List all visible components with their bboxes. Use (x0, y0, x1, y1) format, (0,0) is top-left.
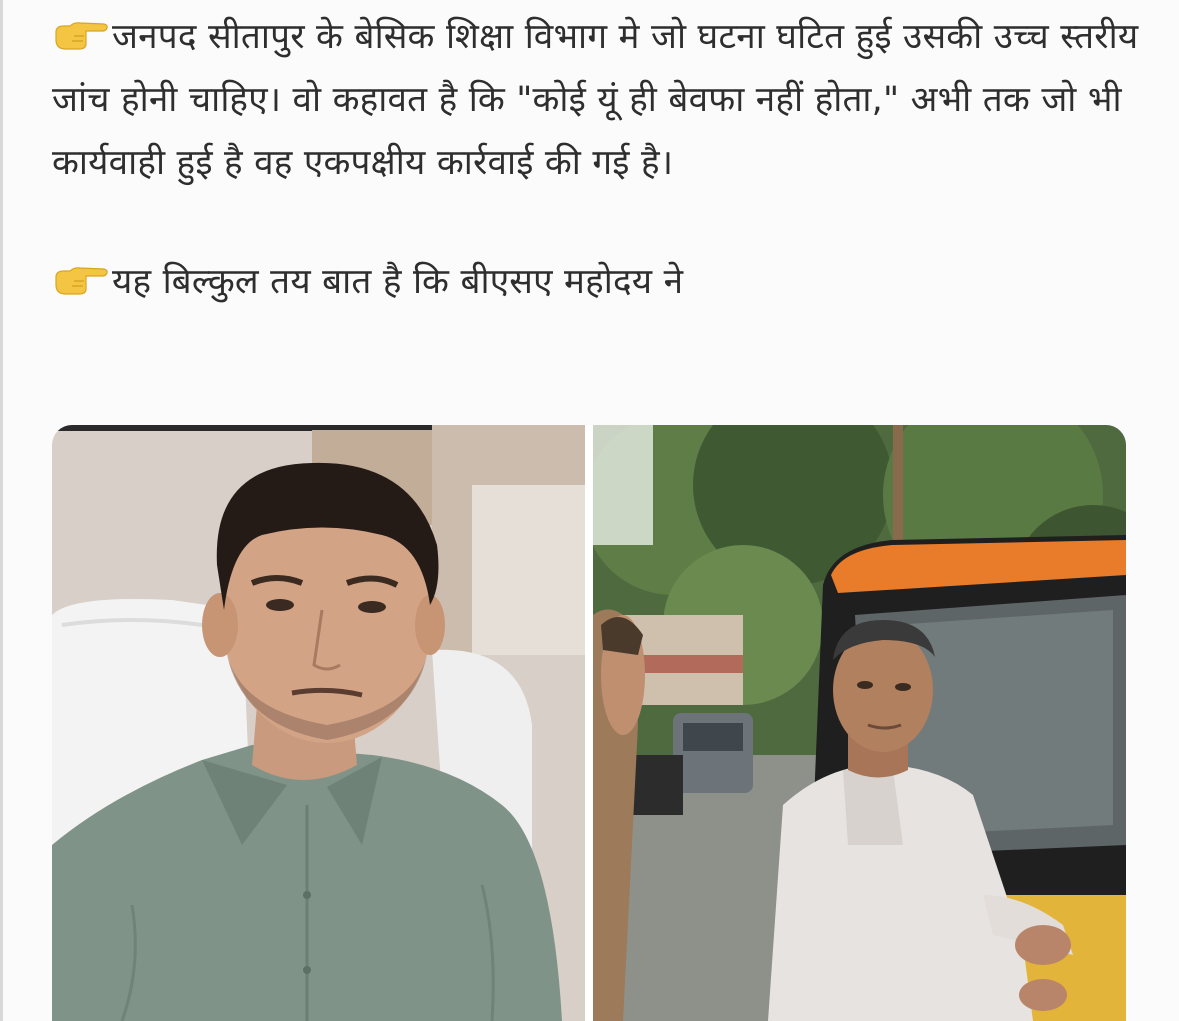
post-paragraph-1: जनपद सीतापुर के बेसिक शिक्षा विभाग मे जो… (52, 6, 1142, 195)
paragraph-1-text: जनपद सीतापुर के बेसिक शिक्षा विभाग मे जो… (52, 17, 1139, 183)
left-border (0, 0, 3, 1021)
media-grid[interactable] (52, 425, 1126, 1021)
post-screen: जनपद सीतापुर के बेसिक शिक्षा विभाग मे जो… (0, 0, 1179, 1021)
paragraph-2-text: यह बिल्कुल तय बात है कि बीएसए महोदय ने (112, 262, 684, 302)
pointing-hand-icon (52, 263, 110, 297)
media-divider (585, 425, 593, 1021)
pointing-hand-icon (52, 18, 110, 52)
post-paragraph-2: यह बिल्कुल तय बात है कि बीएसए महोदय ने (52, 251, 1142, 314)
office-portrait-photo[interactable] (52, 425, 585, 1021)
outdoor-man-near-van-photo[interactable] (593, 425, 1126, 1021)
post-body: जनपद सीतापुर के बेसिक शिक्षा विभाग मे जो… (52, 6, 1142, 314)
